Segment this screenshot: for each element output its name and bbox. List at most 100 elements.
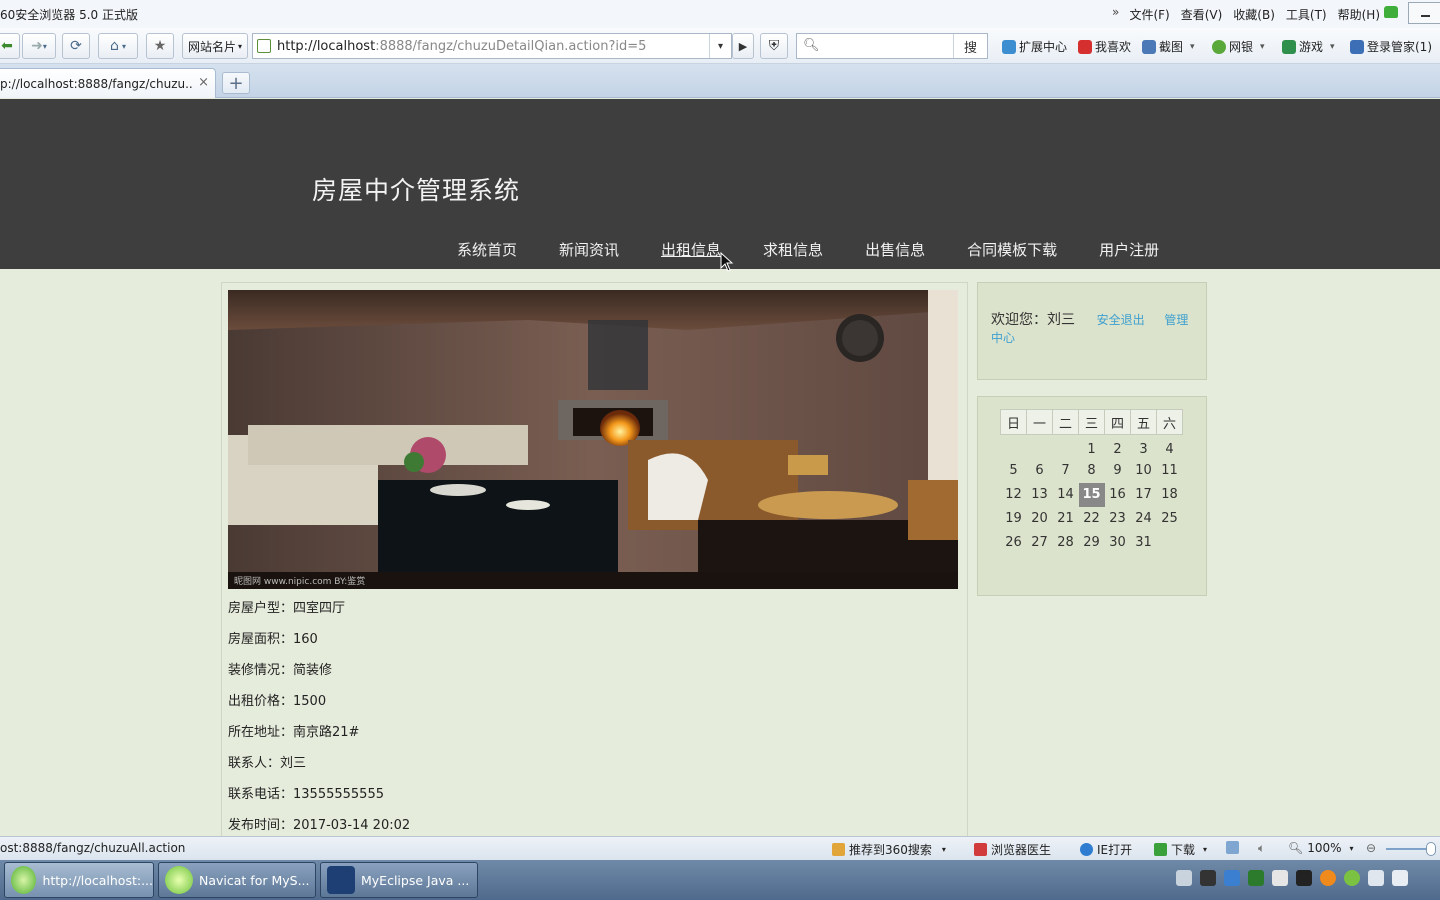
calendar-day[interactable]: 1 — [1079, 435, 1105, 459]
nav-news[interactable]: 新闻资讯 — [538, 239, 640, 260]
address-history-dropdown[interactable]: ▾ — [709, 34, 731, 58]
network-icon[interactable] — [1200, 870, 1216, 886]
volume-icon[interactable] — [1392, 870, 1408, 886]
calendar-day[interactable] — [1157, 531, 1183, 555]
ext-like[interactable]: 我喜欢 — [1078, 38, 1131, 55]
calendar-day[interactable]: 20 — [1027, 507, 1053, 531]
taskbar-item-navicat[interactable]: Navicat for MyS... — [158, 862, 316, 898]
menu-overflow-icon[interactable]: » — [1112, 5, 1119, 19]
logout-link[interactable]: 安全退出 — [1097, 313, 1145, 327]
security-button[interactable]: ⛨ — [760, 33, 788, 59]
calendar-day[interactable]: 21 — [1053, 507, 1079, 531]
calendar-day[interactable]: 2 — [1105, 435, 1131, 459]
display-icon[interactable] — [1368, 870, 1384, 886]
calendar-day[interactable]: 3 — [1131, 435, 1157, 459]
calendar-day[interactable]: 22 — [1079, 507, 1105, 531]
calendar-day[interactable] — [1053, 435, 1079, 459]
calendar-day[interactable]: 6 — [1027, 459, 1053, 483]
recommend-360-button[interactable]: 推荐到360搜索 ▾ — [832, 841, 946, 858]
tool-icon[interactable] — [1296, 870, 1312, 886]
cube-icon — [1002, 39, 1016, 54]
360-guard-icon[interactable] — [1344, 870, 1360, 886]
ext-center[interactable]: 扩展中心 — [1002, 38, 1067, 55]
forward-button[interactable]: ➜ ▾ — [22, 33, 56, 59]
calendar-panel: 日 一 二 三 四 五 六 1 2 3 4 5 6 7 8 9 10 11 12… — [977, 396, 1207, 596]
nav-register[interactable]: 用户注册 — [1078, 239, 1180, 260]
calendar-weekday: 三 — [1078, 409, 1105, 435]
nvidia-icon[interactable] — [1248, 870, 1264, 886]
nav-sales[interactable]: 出售信息 — [844, 239, 946, 260]
keyboard-icon[interactable] — [1176, 870, 1192, 886]
calendar-day[interactable]: 7 — [1053, 459, 1079, 483]
devices-icon[interactable] — [1272, 870, 1288, 886]
browser-doctor-button[interactable]: 浏览器医生 — [974, 841, 1051, 858]
tab-current[interactable]: p://localhost:8888/fangz/chuzu... × — [0, 68, 216, 98]
welcome-text: 欢迎您：刘三 — [991, 312, 1075, 328]
menu-file[interactable]: 文件(F) — [1129, 6, 1169, 23]
back-button[interactable]: ⬅ — [0, 33, 20, 59]
calendar-day-today[interactable]: 15 — [1078, 482, 1105, 507]
calendar-day[interactable]: 5 — [1001, 459, 1027, 483]
sound-button[interactable]: 🔈︎ — [1258, 841, 1265, 856]
calendar-day[interactable]: 24 — [1131, 507, 1157, 531]
favorites-button[interactable]: ★ — [146, 33, 174, 59]
zoom-slider-thumb[interactable] — [1426, 842, 1436, 856]
minimize-button[interactable] — [1408, 2, 1440, 24]
calendar-day[interactable]: 25 — [1157, 507, 1183, 531]
menu-tools[interactable]: 工具(T) — [1286, 6, 1327, 23]
calendar-day[interactable]: 23 — [1105, 507, 1131, 531]
calendar-day[interactable]: 9 — [1105, 459, 1131, 483]
taskbar-item-myeclipse[interactable]: MyEclipse Java ... — [320, 862, 478, 898]
ext-login-manager[interactable]: 登录管家(1) — [1350, 38, 1432, 55]
calendar-day[interactable]: 29 — [1079, 531, 1105, 555]
new-tab-button[interactable]: + — [222, 72, 250, 94]
calendar-day[interactable]: 11 — [1157, 459, 1183, 483]
search-button[interactable]: 搜 — [953, 34, 987, 58]
calendar-day[interactable]: 13 — [1027, 483, 1053, 507]
ext-bank[interactable]: 网银 ▾ — [1212, 38, 1265, 55]
ext-games[interactable]: 游戏 ▾ — [1282, 38, 1335, 55]
menu-help[interactable]: 帮助(H) — [1338, 6, 1380, 23]
calendar-day[interactable]: 14 — [1053, 483, 1079, 507]
ie-open-button[interactable]: IE打开 — [1080, 841, 1132, 858]
calendar-day[interactable]: 4 — [1157, 435, 1183, 459]
calendar-day[interactable]: 27 — [1027, 531, 1053, 555]
menu-favorites[interactable]: 收藏(B) — [1233, 6, 1275, 23]
calendar-day[interactable]: 26 — [1001, 531, 1027, 555]
calendar-day[interactable] — [1027, 435, 1053, 459]
nav-contract-download[interactable]: 合同模板下载 — [946, 239, 1078, 260]
calendar-day[interactable]: 12 — [1001, 483, 1027, 507]
search-input[interactable]: 🔍︎ 搜 — [796, 33, 988, 59]
calendar-weekday: 二 — [1052, 409, 1079, 435]
calendar-day[interactable]: 30 — [1105, 531, 1131, 555]
calendar-day[interactable]: 18 — [1157, 483, 1183, 507]
download-button[interactable]: 下载 ▾ — [1154, 841, 1207, 858]
calendar-day[interactable]: 28 — [1053, 531, 1079, 555]
calendar-day[interactable]: 8 — [1079, 459, 1105, 483]
site-card-dropdown[interactable]: 网站名片 ▾ — [182, 33, 248, 59]
window-mode-button[interactable] — [1226, 841, 1239, 854]
address-bar[interactable]: http://localhost:8888/fangz/chuzuDetailQ… — [252, 33, 732, 59]
calendar-day[interactable]: 10 — [1131, 459, 1157, 483]
navicat-app-icon — [165, 866, 193, 894]
calendar-day[interactable]: 16 — [1105, 483, 1131, 507]
refresh-button[interactable]: ⟳ — [62, 33, 90, 59]
calendar-day[interactable]: 31 — [1131, 531, 1157, 555]
ext-screenshot[interactable]: 截图 ▾ — [1142, 38, 1195, 55]
nav-home[interactable]: 系统首页 — [436, 239, 538, 260]
search-tray-icon[interactable] — [1224, 870, 1240, 886]
skin-icon[interactable] — [1384, 6, 1398, 18]
home-button[interactable]: ⌂ ▾ — [98, 33, 138, 59]
calendar-day[interactable]: 19 — [1001, 507, 1027, 531]
orange-app-icon[interactable] — [1320, 870, 1336, 886]
go-button[interactable]: ▶ — [732, 33, 754, 59]
close-icon[interactable]: × — [198, 75, 209, 90]
refresh-icon: ⟳ — [70, 38, 82, 54]
nav-wanted[interactable]: 求租信息 — [742, 239, 844, 260]
menu-view[interactable]: 查看(V) — [1181, 6, 1223, 23]
zoom-dropdown[interactable]: 🔍︎ 100% ▾ — [1288, 841, 1354, 855]
calendar-day[interactable] — [1001, 435, 1027, 459]
taskbar-item-browser[interactable]: http://localhost:... — [4, 862, 154, 898]
zoom-out-button[interactable]: ⊖ — [1366, 841, 1376, 855]
calendar-day[interactable]: 17 — [1131, 483, 1157, 507]
